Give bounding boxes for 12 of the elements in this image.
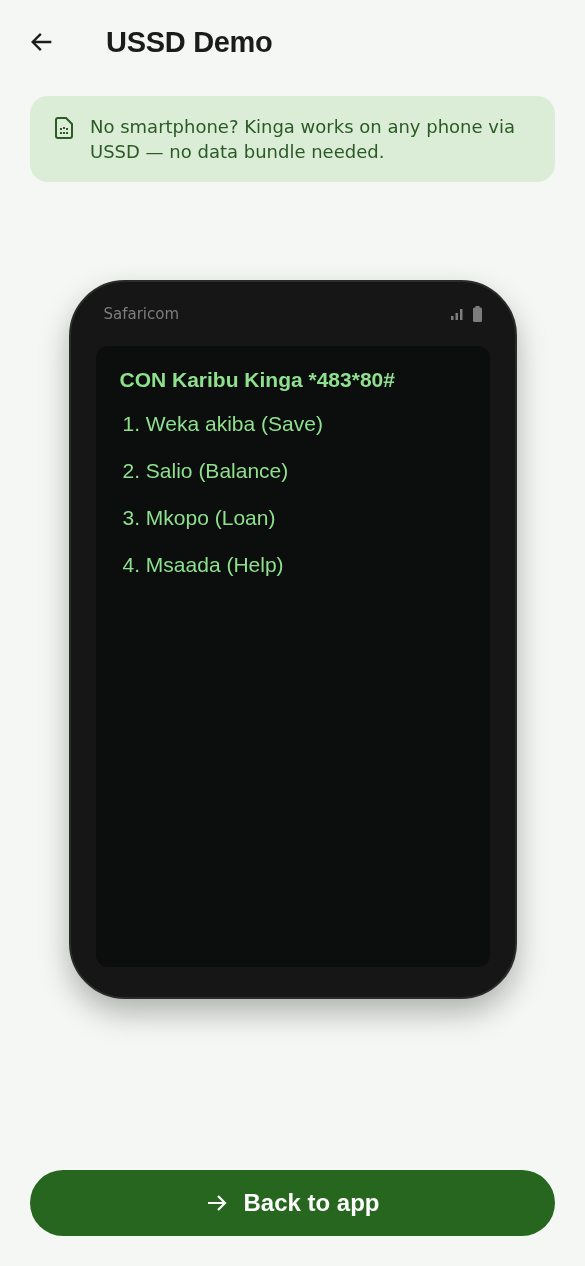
carrier-name: Safaricom: [103, 304, 180, 323]
ussd-menu-option: 2. Salio (Balance): [122, 456, 289, 485]
ussd-menu-option: 4. Msaada (Help): [122, 550, 284, 579]
info-text: No smartphone? Kinga works on any phone via USSD — no data bundle needed.: [90, 115, 516, 164]
signal-icon: [450, 307, 463, 320]
ussd-menu-option: 3. Mkopo (Loan): [122, 503, 276, 532]
sim-card-icon: [54, 116, 74, 140]
ussd-menu-option: 1. Weka akiba (Save): [122, 409, 323, 438]
page-title: USSD Demo: [106, 25, 273, 59]
back-to-app-button[interactable]: Back to app: [30, 1170, 555, 1236]
battery-icon: [472, 305, 482, 322]
ussd-heading: CON Karibu Kinga *483*80#: [119, 367, 396, 392]
